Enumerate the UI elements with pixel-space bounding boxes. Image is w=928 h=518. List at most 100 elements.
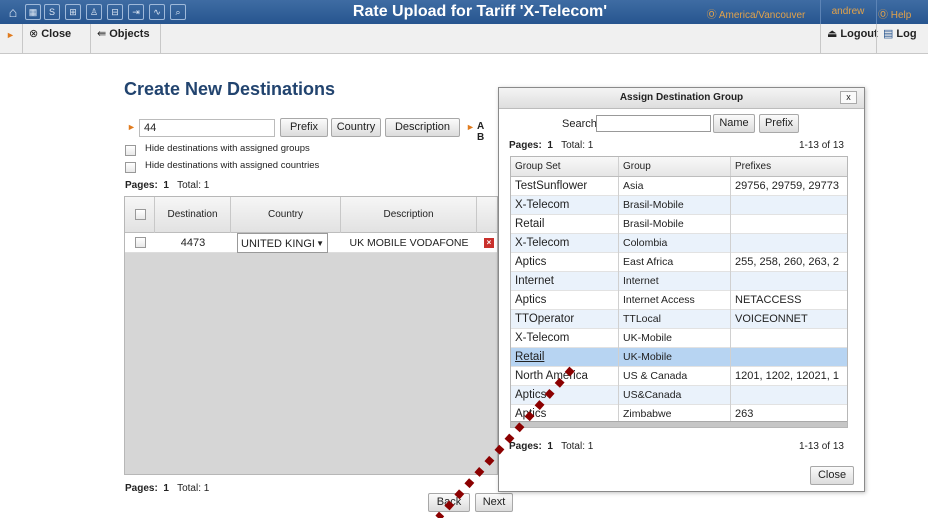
country-button[interactable]: Country <box>331 118 381 137</box>
cell-prefixes <box>731 272 847 291</box>
description-button[interactable]: Description <box>385 118 460 137</box>
hide-groups-checkbox[interactable] <box>125 145 136 156</box>
table-row[interactable]: X-Telecom Brasil-Mobile <box>511 196 847 215</box>
orange-arrow-icon: ► <box>466 122 475 132</box>
cell-prefixes: 1201, 1202, 12021, 1 <box>735 370 839 382</box>
pages-label: Pages: <box>125 483 158 494</box>
table-row[interactable]: Retail UK-Mobile <box>511 348 847 367</box>
divider <box>820 0 821 24</box>
table-row[interactable]: TTOperator TTLocal VOICEONNET <box>511 310 847 329</box>
cell-group-set: Retail <box>511 215 619 234</box>
table-row[interactable]: Aptics Internet Access NETACCESS <box>511 291 847 310</box>
logout-button[interactable]: ⏏ Logout <box>820 24 878 53</box>
pages-value[interactable]: 1 <box>547 140 553 151</box>
col-description[interactable]: Description <box>341 197 477 233</box>
total-label: Total: 1 <box>561 140 594 151</box>
table-row[interactable]: Retail Brasil-Mobile <box>511 215 847 234</box>
cell-prefixes <box>731 386 847 405</box>
dialog-title: Assign Destination Group <box>499 88 864 109</box>
pages-label: Pages: <box>509 441 542 452</box>
cell-group-set: X-Telecom <box>511 234 619 253</box>
total-label: Total: 1 <box>177 483 210 494</box>
next-button[interactable]: Next <box>475 493 513 512</box>
destination-filter-input[interactable]: 44 <box>139 119 275 137</box>
dialog-close-icon[interactable]: x <box>840 91 857 104</box>
pages-value[interactable]: 1 <box>163 180 169 191</box>
search-input[interactable] <box>596 115 711 132</box>
assign-group-dialog: Assign Destination Group x Search Name P… <box>498 87 865 492</box>
cell-group-set: Aptics <box>511 253 619 272</box>
person-icon[interactable]: ♙ <box>86 4 102 20</box>
cell-prefixes <box>731 215 847 234</box>
logout-icon: ⏏ <box>827 28 838 40</box>
table-header: Group Set Group Prefixes <box>511 157 847 177</box>
home-icon[interactable]: ⌂ <box>5 4 21 20</box>
pagination-bottom: Pages: 1 Total: 1 <box>125 483 209 494</box>
expand-arrow-icon[interactable]: ► <box>6 30 15 40</box>
cell-group-set: X-Telecom <box>511 196 619 215</box>
select-all-checkbox[interactable] <box>135 209 146 220</box>
cell-description: UK MOBILE VODAFONE <box>349 237 469 249</box>
close-button[interactable]: ⊗ Close <box>22 24 90 53</box>
back-button[interactable]: Back <box>428 493 470 512</box>
select-all-cell <box>125 197 155 233</box>
table-row[interactable]: Aptics East Africa 255, 258, 260, 263, 2 <box>511 253 847 272</box>
cell-group: UK-Mobile <box>619 348 731 367</box>
country-select[interactable]: UNITED KINGI ▼ <box>237 233 328 253</box>
name-search-button[interactable]: Name <box>713 114 755 133</box>
cell-group-set: TestSunflower <box>511 177 619 196</box>
col-group-set[interactable]: Group Set <box>511 157 619 176</box>
delete-icon[interactable]: × <box>484 238 494 248</box>
col-group[interactable]: Group <box>619 157 731 176</box>
cell-group-set: North America <box>511 367 619 386</box>
logout-label: Logout <box>840 28 878 40</box>
dialog-close-button[interactable]: Close <box>810 466 854 485</box>
pages-label: Pages: <box>509 140 542 151</box>
cell-group-set[interactable]: Retail <box>511 348 619 367</box>
chart-icon[interactable]: ∿ <box>149 4 165 20</box>
grid-icon[interactable]: ▦ <box>25 4 41 20</box>
table-row[interactable]: North America US & Canada 1201, 1202, 1202… <box>511 367 847 386</box>
log-label: Log <box>896 28 917 40</box>
table-row[interactable]: X-Telecom UK-Mobile <box>511 329 847 348</box>
prefix-button[interactable]: Prefix <box>280 118 328 137</box>
col-country[interactable]: Country <box>231 197 341 233</box>
help-link[interactable]: Ⓞ Help <box>878 6 911 21</box>
top-bar: ⌂ ▦ S ⊞ ♙ ⊟ ⇥ ∿ ⌕ Rate Upload for Tariff… <box>0 0 928 24</box>
s-icon[interactable]: S <box>44 4 60 20</box>
cell-group: Brasil-Mobile <box>619 196 731 215</box>
pages-value[interactable]: 1 <box>163 483 169 494</box>
dialog-pagination-bottom: Pages: 1 Total: 1 <box>509 441 593 452</box>
horizontal-scrollbar[interactable] <box>511 421 847 427</box>
col-prefixes[interactable]: Prefixes <box>731 157 847 176</box>
col-destination[interactable]: Destination <box>155 197 231 233</box>
toolbar: ► ⊗ Close ⇚ Objects ⏏ Logout ▤ Log <box>0 24 928 54</box>
table-row[interactable]: X-Telecom Colombia <box>511 234 847 253</box>
cell-destination: 4473 <box>180 237 206 249</box>
hide-countries-checkbox[interactable] <box>125 162 136 173</box>
apps-icon[interactable]: ⊞ <box>65 4 81 20</box>
log-button[interactable]: ▤ Log <box>876 24 928 53</box>
cell-group: East Africa <box>619 253 731 272</box>
total-label: Total: 1 <box>561 441 594 452</box>
user-link[interactable]: andrew <box>822 6 874 17</box>
divider <box>876 0 877 24</box>
table-row[interactable]: Aptics US&Canada <box>511 386 847 405</box>
objects-button[interactable]: ⇚ Objects <box>90 24 160 53</box>
cell-prefixes: NETACCESS <box>735 294 802 306</box>
cell-group: Asia <box>619 177 731 196</box>
timezone-link[interactable]: Ⓞ America/Vancouver <box>695 6 817 21</box>
alphabet-filter[interactable]: A B <box>477 121 484 143</box>
row-checkbox[interactable] <box>135 237 146 248</box>
cell-group: Brasil-Mobile <box>619 215 731 234</box>
table-row[interactable]: Internet Internet <box>511 272 847 291</box>
dialog-range-bottom: 1-13 of 13 <box>798 441 844 452</box>
section-title: Create New Destinations <box>124 79 336 99</box>
prefix-search-button[interactable]: Prefix <box>759 114 799 133</box>
pagination-top: Pages: 1 Total: 1 <box>125 180 209 191</box>
table-row[interactable]: TestSunflower Asia 29756, 29759, 29773 <box>511 177 847 196</box>
export-icon[interactable]: ⇥ <box>128 4 144 20</box>
pages-value[interactable]: 1 <box>547 441 553 452</box>
calc-icon[interactable]: ⊟ <box>107 4 123 20</box>
search-icon[interactable]: ⌕ <box>170 4 186 20</box>
